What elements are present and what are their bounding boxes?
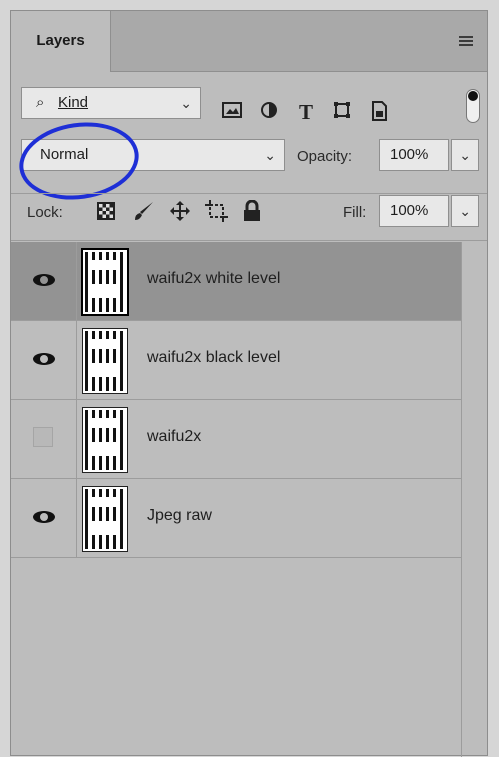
blend-mode-value: Normal: [40, 146, 89, 163]
adjustment-filter-icon[interactable]: [258, 101, 280, 123]
fill-label: Fill:: [343, 204, 367, 221]
lock-row-divider: [11, 193, 487, 194]
layer-thumbnail: [82, 407, 128, 473]
opacity-label: Opacity:: [297, 148, 353, 165]
type-filter-icon[interactable]: T: [295, 101, 317, 123]
lock-transparent-icon[interactable]: [97, 202, 115, 220]
layer-name: waifu2x white level: [147, 270, 281, 287]
filter-kind-select[interactable]: ⌕ Kind ⌄: [21, 87, 201, 119]
visibility-toggle[interactable]: [11, 479, 77, 557]
layer-thumbnail: [82, 328, 128, 394]
lock-artboard-icon[interactable]: [205, 200, 229, 227]
hidden-visibility-box: [33, 427, 53, 447]
list-item[interactable]: waifu2x white level: [11, 242, 461, 321]
eye-icon: [33, 511, 55, 523]
panel-tab-bar: Layers: [11, 11, 487, 72]
eye-icon: [33, 274, 55, 286]
filter-toggle-icon[interactable]: [466, 89, 480, 123]
opacity-dropdown-button[interactable]: ⌄: [451, 139, 479, 171]
list-item[interactable]: Jpeg raw: [11, 479, 461, 558]
chevron-down-icon: ⌄: [459, 147, 471, 163]
chevron-down-icon: ⌄: [180, 95, 192, 111]
lock-row-bottom-divider: [11, 240, 487, 241]
panel-inner-border: [461, 242, 462, 757]
fill-value: 100%: [390, 202, 429, 219]
visibility-toggle[interactable]: [11, 242, 77, 320]
opacity-value: 100%: [390, 146, 429, 163]
shape-filter-icon[interactable]: [331, 101, 353, 123]
visibility-toggle[interactable]: [11, 321, 77, 399]
lock-all-icon[interactable]: [243, 199, 261, 227]
layers-panel: Layers ⌕ Kind ⌄ T Normal ⌄ Opacity: 100%…: [10, 10, 488, 757]
search-icon: ⌕: [36, 94, 45, 111]
eye-icon: [33, 353, 55, 365]
visibility-toggle[interactable]: [11, 400, 77, 478]
lock-image-icon[interactable]: [133, 200, 155, 227]
list-item[interactable]: waifu2x: [11, 400, 461, 479]
layer-name: waifu2x: [147, 428, 202, 445]
list-item[interactable]: waifu2x black level: [11, 321, 461, 400]
lock-label: Lock:: [27, 204, 63, 221]
opacity-input[interactable]: 100%: [379, 139, 449, 171]
lock-position-icon[interactable]: [169, 200, 191, 227]
layer-name: Jpeg raw: [147, 507, 212, 524]
smart-object-filter-icon[interactable]: [368, 101, 390, 123]
fill-input[interactable]: 100%: [379, 195, 449, 227]
tab-layers[interactable]: Layers: [11, 11, 111, 72]
filter-kind-label: Kind: [58, 94, 89, 111]
layer-thumbnail: [81, 248, 129, 316]
chevron-down-icon: ⌄: [264, 147, 276, 163]
layer-name: waifu2x black level: [147, 349, 281, 366]
panel-menu-icon[interactable]: [459, 36, 473, 48]
fill-dropdown-button[interactable]: ⌄: [451, 195, 479, 227]
layer-thumbnail: [82, 486, 128, 552]
image-filter-icon[interactable]: [221, 101, 243, 123]
chevron-down-icon: ⌄: [459, 203, 471, 219]
blend-mode-select[interactable]: Normal ⌄: [21, 139, 285, 171]
